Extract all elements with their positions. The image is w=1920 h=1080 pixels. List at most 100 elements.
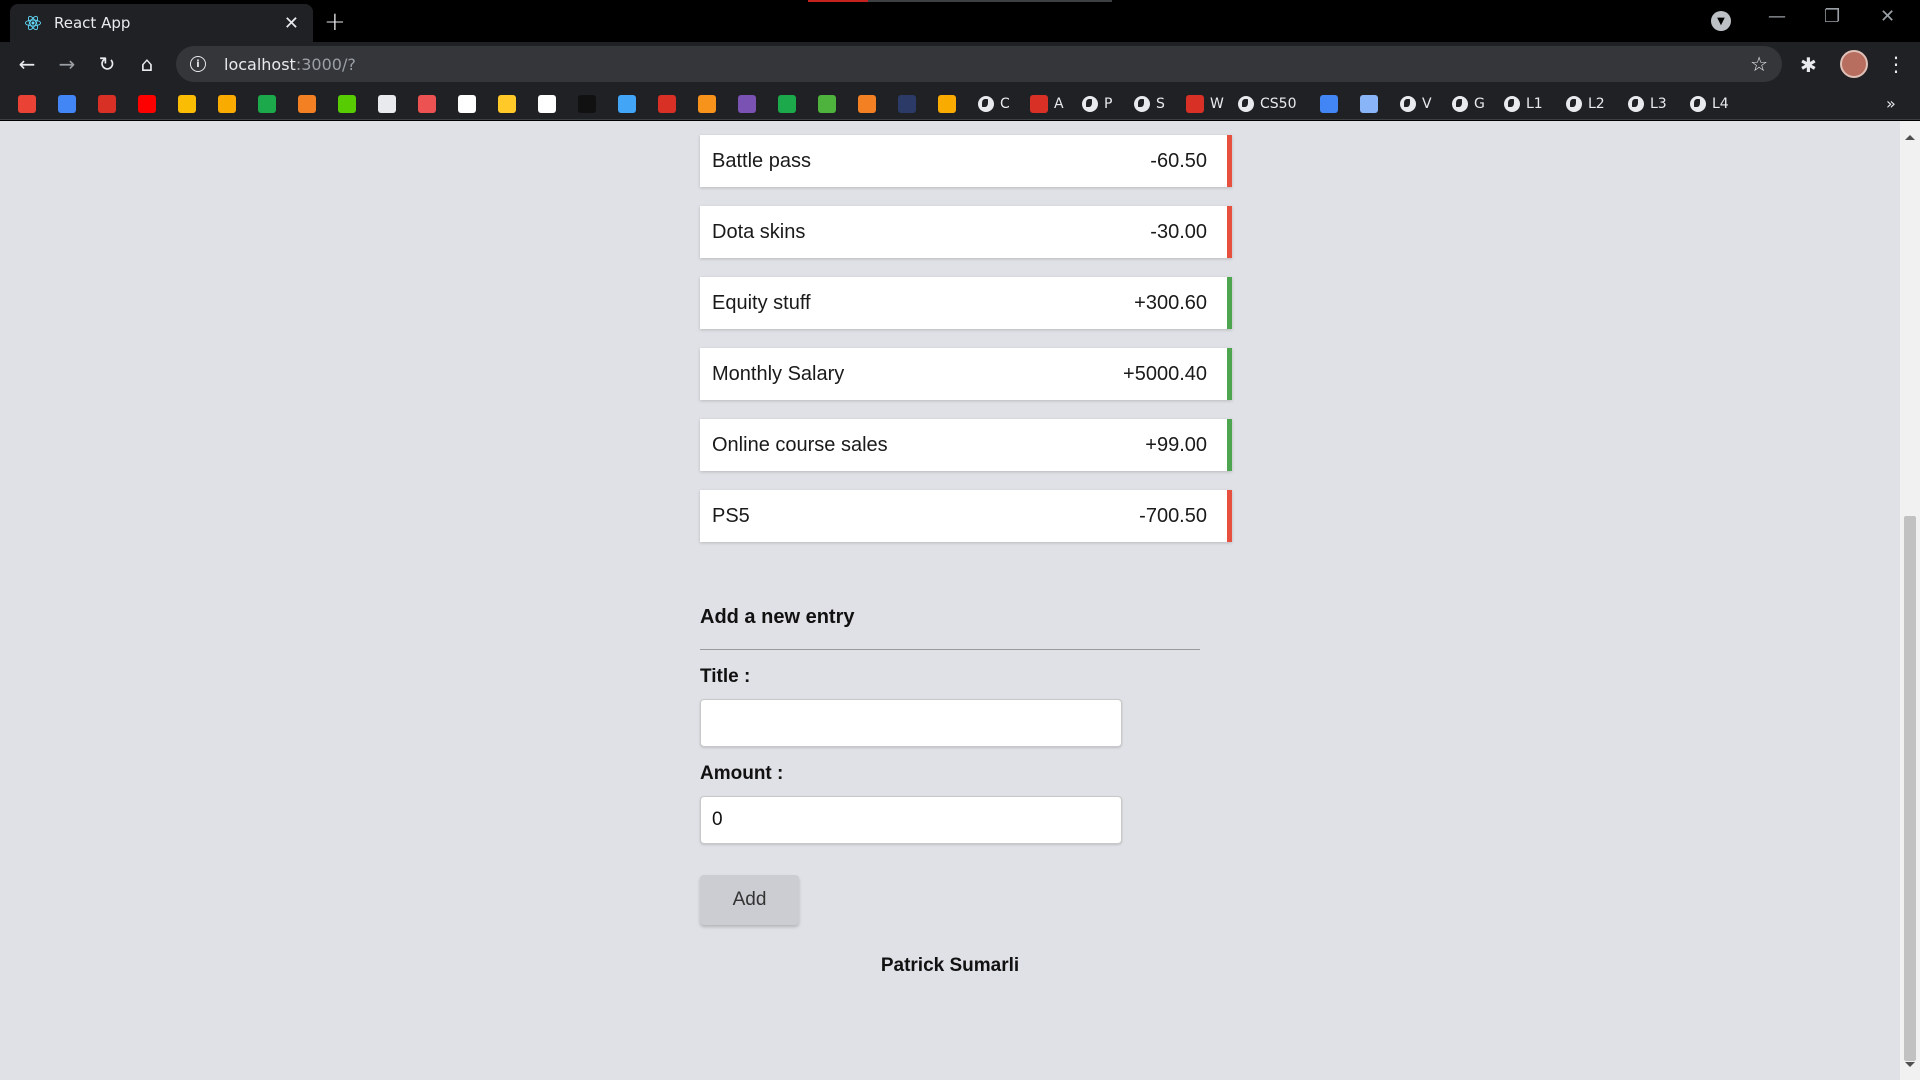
close-window-icon[interactable]: ✕ (1880, 6, 1895, 27)
tab-react-app[interactable]: React App ✕ (10, 4, 313, 42)
bookmark-clipboard[interactable] (378, 94, 402, 114)
transaction-row[interactable]: Equity stuff +300.60 (700, 277, 1232, 329)
amount-label: Amount : (700, 763, 784, 784)
stackoverflow-icon (298, 95, 316, 113)
react-icon (25, 15, 41, 31)
globe-icon (978, 96, 994, 112)
transaction-row[interactable]: Dota skins -30.00 (700, 206, 1232, 258)
bookmark-label: L2 (1588, 96, 1605, 112)
bookmark-a[interactable]: A (1030, 94, 1064, 114)
globe-icon (1238, 96, 1254, 112)
reload-icon[interactable]: ↻ (94, 51, 120, 77)
bookmark-stackoverflow[interactable] (298, 94, 322, 114)
crest-icon (1186, 95, 1204, 113)
hackerrank-icon (258, 95, 276, 113)
clipboard-icon (378, 95, 396, 113)
bookmark-circle[interactable] (1360, 94, 1384, 114)
bookmark-crest[interactable] (98, 94, 122, 114)
bookmark-duolingo[interactable] (338, 94, 362, 114)
new-tab-icon[interactable]: + (324, 7, 346, 37)
bookmark-angular[interactable] (538, 94, 562, 114)
address-bar[interactable]: i localhost:3000/? ☆ (176, 46, 1782, 82)
shield-icon (938, 95, 956, 113)
media-progress-remaining (868, 0, 1112, 2)
transaction-amount: +99.00 (1145, 433, 1207, 456)
bookmark-v[interactable]: V (1400, 94, 1432, 114)
bookmark-g[interactable]: G (1452, 94, 1485, 114)
profile-avatar[interactable] (1840, 50, 1868, 78)
bookmark-cs50[interactable]: CS50 (1238, 94, 1296, 114)
globe-icon (1690, 96, 1706, 112)
bookmark-bitcoin[interactable] (698, 94, 722, 114)
bookmark-stack[interactable] (858, 94, 882, 114)
home-icon[interactable]: ⌂ (134, 51, 160, 77)
bookmark-grid[interactable] (898, 94, 922, 114)
docs-icon (1320, 95, 1338, 113)
transaction-amount: -700.50 (1139, 504, 1207, 527)
bookmark-github[interactable] (458, 94, 482, 114)
tab-search-icon[interactable]: ▼ (1711, 11, 1731, 31)
bookmark-gmail[interactable] (58, 94, 82, 114)
bookmark-mongodb[interactable] (818, 94, 842, 114)
bookmark-l4[interactable]: L4 (1690, 94, 1729, 114)
extensions-icon[interactable]: ✱ (1800, 53, 1817, 77)
transaction-row[interactable]: Battle pass -60.50 (700, 135, 1232, 187)
crest-icon (98, 95, 116, 113)
bookmark-firebase[interactable] (498, 94, 522, 114)
transaction-title: Dota skins (712, 220, 806, 243)
bookmark-flutter[interactable] (618, 94, 642, 114)
globe-icon (1134, 96, 1150, 112)
bookmark-chart[interactable] (218, 94, 242, 114)
bookmark-l2[interactable]: L2 (1566, 94, 1605, 114)
bookmark-label: A (1054, 96, 1064, 112)
forward-icon[interactable]: → (54, 51, 80, 77)
divider (700, 649, 1200, 650)
bookmark-shield[interactable] (938, 94, 962, 114)
bookmark-label: CS50 (1260, 96, 1297, 112)
bookmark-bootstrap[interactable] (738, 94, 762, 114)
bookmark-notion[interactable] (658, 94, 682, 114)
back-icon[interactable]: ← (14, 51, 40, 77)
bookmark-w[interactable]: W (1186, 94, 1224, 114)
bookmark-bird[interactable] (578, 94, 602, 114)
bookmark-l3[interactable]: L3 (1628, 94, 1667, 114)
transaction-title: Battle pass (712, 149, 811, 172)
title-input[interactable] (700, 699, 1122, 747)
scrollbar-thumb[interactable] (1904, 516, 1916, 1061)
globe-icon (1628, 96, 1644, 112)
transaction-row[interactable]: PS5 -700.50 (700, 490, 1232, 542)
bookmark-p[interactable]: P (1082, 94, 1112, 114)
amount-input[interactable] (700, 796, 1122, 844)
scroll-up-icon[interactable] (1905, 135, 1915, 140)
bookmark-docs[interactable] (1320, 94, 1344, 114)
vertical-scrollbar[interactable] (1900, 121, 1920, 1080)
notion-icon (658, 95, 676, 113)
bookmark-drive[interactable] (178, 94, 202, 114)
bookmark-c[interactable]: C (978, 94, 1010, 114)
add-button[interactable]: Add (700, 875, 799, 925)
bookmark-star-icon[interactable]: ☆ (1750, 52, 1768, 76)
close-tab-icon[interactable]: ✕ (284, 13, 299, 34)
bookmark-udemy[interactable] (418, 94, 442, 114)
bookmark-w[interactable] (778, 94, 802, 114)
bookmark-gmail[interactable] (18, 94, 42, 114)
site-info-icon[interactable]: i (190, 56, 206, 72)
minimize-icon[interactable]: — (1768, 6, 1786, 27)
gmail-icon (18, 95, 36, 113)
bird-icon (578, 95, 596, 113)
w-icon (778, 95, 796, 113)
restore-icon[interactable]: ❐ (1824, 6, 1840, 27)
grid-icon (898, 95, 916, 113)
bookmark-l1[interactable]: L1 (1504, 94, 1543, 114)
transaction-row[interactable]: Online course sales +99.00 (700, 419, 1232, 471)
bookmark-label: L4 (1712, 96, 1729, 112)
bookmarks-overflow-icon[interactable]: » (1886, 94, 1896, 113)
scroll-down-icon[interactable] (1905, 1062, 1915, 1067)
bookmark-s[interactable]: S (1134, 94, 1165, 114)
menu-icon[interactable]: ⋮ (1886, 52, 1906, 76)
circle-icon (1360, 95, 1378, 113)
bookmark-youtube[interactable] (138, 94, 162, 114)
bitcoin-icon (698, 95, 716, 113)
transaction-row[interactable]: Monthly Salary +5000.40 (700, 348, 1232, 400)
bookmark-hackerrank[interactable] (258, 94, 282, 114)
